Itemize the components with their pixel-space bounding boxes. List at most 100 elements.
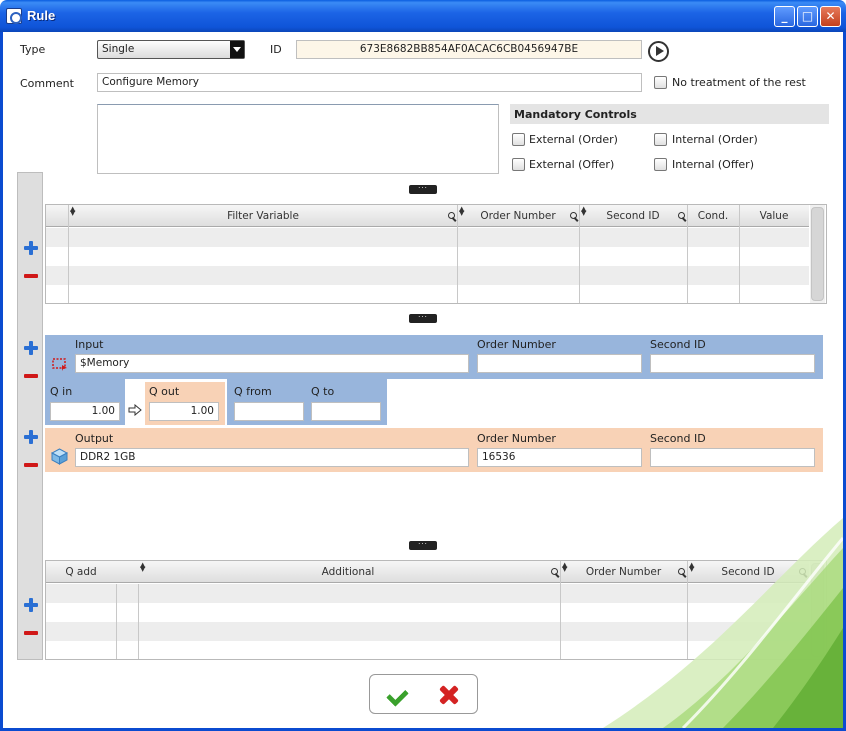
input-second-id-label: Second ID	[650, 338, 706, 351]
external-offer-label: External (Offer)	[529, 158, 615, 171]
col-order-number[interactable]: Order Number	[457, 205, 579, 227]
external-order-label: External (Order)	[529, 133, 618, 146]
close-button[interactable]: ✕	[820, 6, 841, 27]
input-second-id-field[interactable]	[650, 354, 815, 373]
table-row[interactable]	[46, 228, 809, 247]
output-field[interactable]: DDR2 1GB	[75, 448, 469, 467]
additional-table: Q add ▲ ▼ Additional ▲ ▼ Order Number ▲ ▼ S…	[45, 560, 827, 660]
table-row[interactable]	[46, 622, 809, 641]
key-icon	[678, 568, 687, 577]
internal-offer-checkbox[interactable]	[654, 158, 667, 171]
scrollbar-thumb[interactable]	[811, 207, 824, 301]
chevron-down-icon	[230, 41, 244, 58]
minimize-button[interactable]: _	[774, 6, 795, 27]
key-icon	[678, 212, 687, 221]
additional-table-header: Q add ▲ ▼ Additional ▲ ▼ Order Number ▲ ▼ S…	[46, 561, 809, 583]
comment-label: Comment	[20, 77, 74, 90]
type-select[interactable]: Single	[97, 40, 245, 59]
column-divider	[687, 561, 688, 659]
filter-table-header: ▲ ▼ Filter Variable ▲ ▼ Order Number ▲ ▼ Se…	[46, 205, 809, 227]
splitter-handle[interactable]: ···	[409, 185, 437, 194]
output-label: Output	[75, 432, 114, 445]
play-icon[interactable]	[648, 41, 669, 62]
add-filter-icon[interactable]	[24, 241, 38, 255]
key-icon	[448, 212, 457, 221]
column-divider	[457, 205, 458, 303]
column-divider	[138, 584, 139, 659]
column-divider	[68, 205, 69, 303]
column-divider	[560, 561, 561, 659]
column-divider	[579, 205, 580, 303]
app-icon	[6, 8, 22, 24]
col-second-id[interactable]: Second ID	[687, 561, 809, 583]
col-filter-variable[interactable]: Filter Variable	[68, 205, 458, 227]
key-icon	[799, 568, 808, 577]
cancel-cross-icon[interactable]	[437, 684, 459, 706]
arrow-right-icon	[128, 404, 142, 416]
col-cond[interactable]: Cond.	[687, 205, 739, 227]
qin-label: Q in	[50, 385, 73, 398]
input-field[interactable]: $Memory	[75, 354, 469, 373]
confirm-check-icon[interactable]	[389, 685, 409, 703]
window-title: Rule	[27, 8, 56, 23]
output-order-number-label: Order Number	[477, 432, 556, 445]
table-row[interactable]	[46, 584, 809, 603]
dialog-actions	[369, 674, 478, 714]
table-row[interactable]	[46, 603, 809, 622]
output-second-id-label: Second ID	[650, 432, 706, 445]
add-additional-icon[interactable]	[24, 598, 38, 612]
col-additional[interactable]: Additional	[138, 561, 558, 583]
internal-order-label: Internal (Order)	[672, 133, 758, 146]
internal-offer-label: Internal (Offer)	[672, 158, 755, 171]
input-order-number-label: Order Number	[477, 338, 556, 351]
id-label: ID	[270, 43, 282, 56]
mandatory-controls-header: Mandatory Controls	[510, 104, 829, 124]
key-icon	[570, 212, 579, 221]
output-order-number-field[interactable]: 16536	[477, 448, 642, 467]
remove-additional-icon[interactable]	[24, 631, 38, 635]
col-value[interactable]: Value	[739, 205, 809, 227]
qout-label: Q out	[149, 385, 180, 398]
table-row[interactable]	[46, 266, 809, 285]
column-divider	[687, 205, 688, 303]
table-row[interactable]	[46, 285, 809, 303]
external-offer-checkbox[interactable]	[512, 158, 525, 171]
scrollbar-thumb[interactable]	[811, 563, 824, 657]
add-input-icon[interactable]	[24, 341, 38, 355]
qfrom-field[interactable]	[234, 402, 304, 421]
splitter-handle[interactable]: ···	[409, 541, 437, 550]
input-order-number-field[interactable]	[477, 354, 642, 373]
table-row[interactable]	[46, 641, 809, 659]
splitter-handle[interactable]: ···	[409, 314, 437, 323]
external-order-checkbox[interactable]	[512, 133, 525, 146]
comment-field[interactable]: Configure Memory	[97, 73, 642, 92]
title-bar: Rule _ □ ✕	[0, 0, 846, 32]
remove-filter-icon[interactable]	[24, 274, 38, 278]
col-q-add[interactable]: Q add	[46, 561, 116, 583]
qto-label: Q to	[311, 385, 335, 398]
type-select-value: Single	[102, 43, 135, 55]
additional-table-scrollbar[interactable]	[810, 561, 825, 659]
qin-field[interactable]: 1.00	[50, 402, 120, 421]
col-order-number[interactable]: Order Number	[560, 561, 687, 583]
maximize-button[interactable]: □	[797, 6, 818, 27]
no-treatment-label: No treatment of the rest	[672, 76, 806, 89]
column-divider	[739, 205, 740, 303]
cube-icon	[51, 448, 68, 465]
col-second-id[interactable]: Second ID	[579, 205, 687, 227]
table-row[interactable]	[46, 247, 809, 266]
internal-order-checkbox[interactable]	[654, 133, 667, 146]
description-textarea[interactable]	[97, 104, 499, 174]
add-output-icon[interactable]	[24, 430, 38, 444]
remove-input-icon[interactable]	[24, 374, 38, 378]
type-label: Type	[20, 43, 46, 56]
output-second-id-field[interactable]	[650, 448, 815, 467]
no-treatment-checkbox[interactable]	[654, 76, 667, 89]
filter-table-scrollbar[interactable]	[810, 205, 825, 303]
column-divider	[116, 584, 117, 659]
qto-field[interactable]	[311, 402, 381, 421]
remove-output-icon[interactable]	[24, 463, 38, 467]
id-field[interactable]: 673E8682BB854AF0ACAC6CB0456947BE	[296, 40, 642, 59]
filter-table: ▲ ▼ Filter Variable ▲ ▼ Order Number ▲ ▼ Se…	[45, 204, 827, 304]
qout-field[interactable]: 1.00	[149, 402, 219, 421]
